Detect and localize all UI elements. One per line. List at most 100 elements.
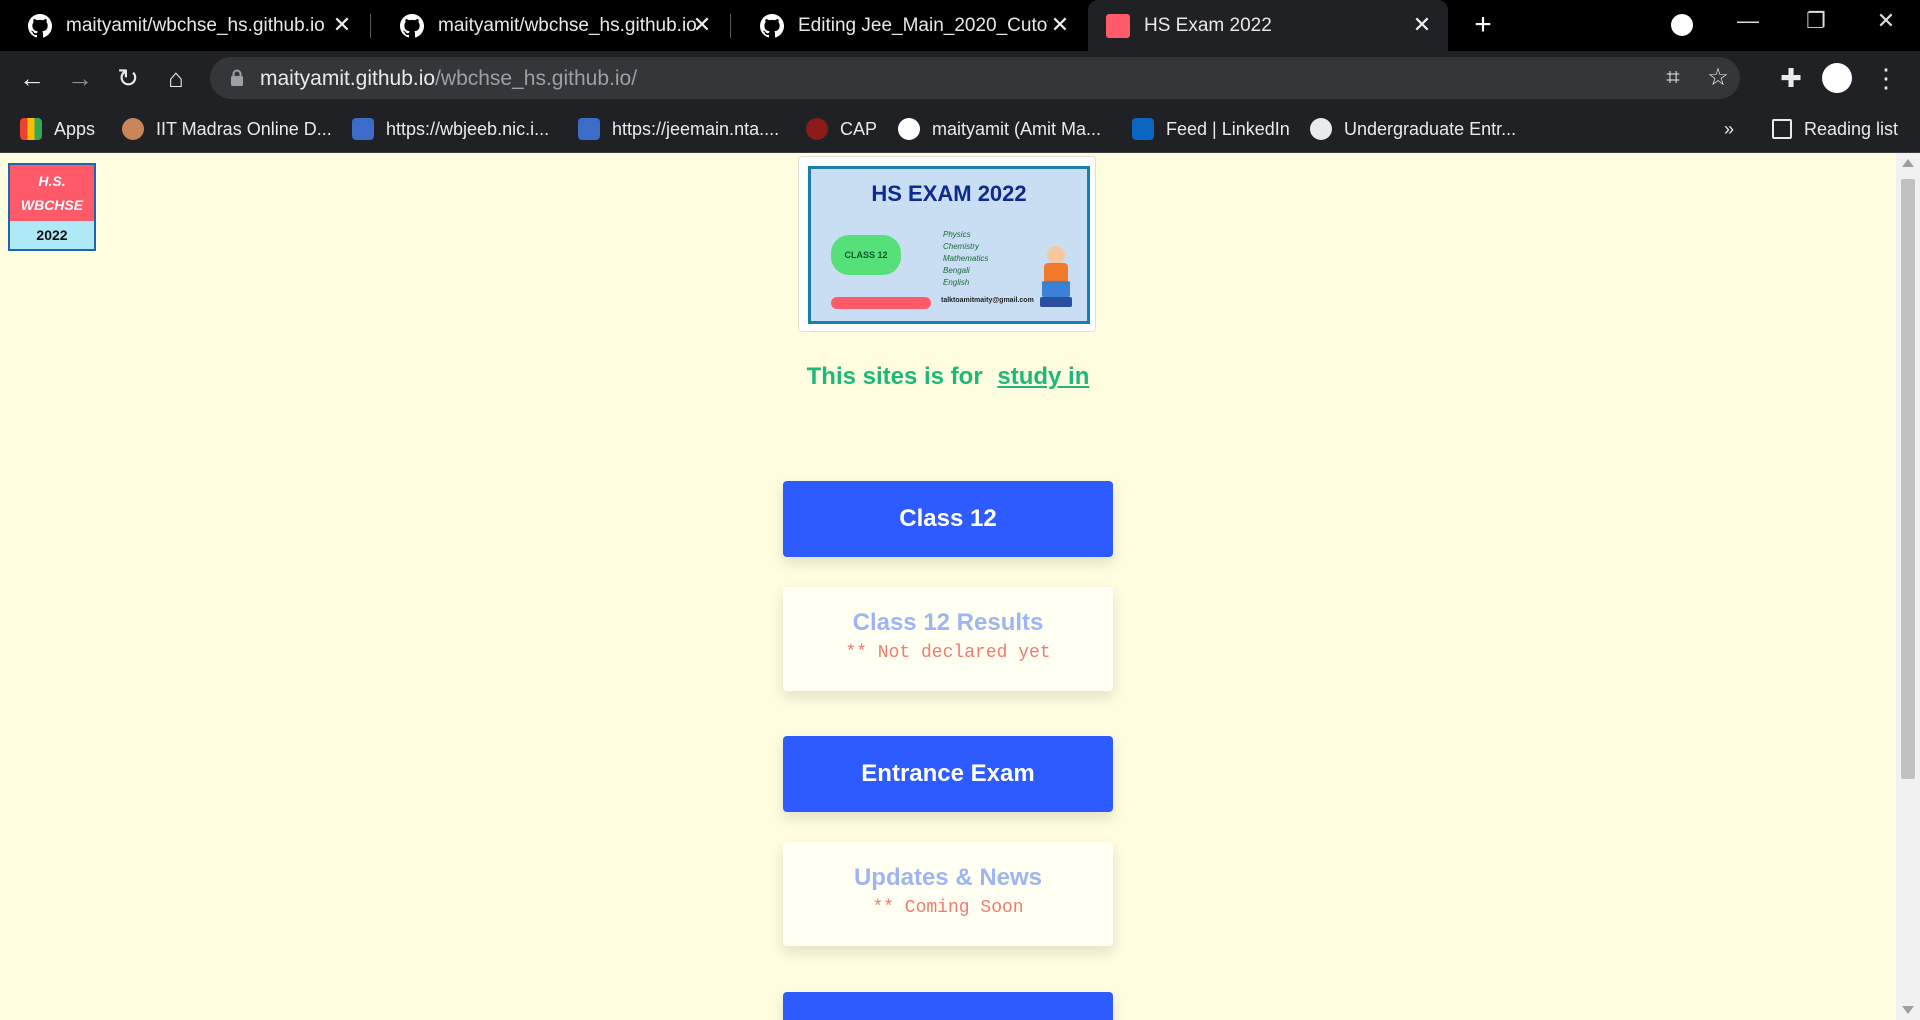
new-tab-button[interactable]: + (1468, 10, 1498, 40)
chevron-down-icon (1671, 14, 1693, 36)
bookmark-undergraduate[interactable]: Undergraduate Entr... (1310, 115, 1516, 143)
home-button[interactable]: ⌂ (160, 62, 192, 94)
tab-1[interactable]: maityamit/wbchse_hs.github.io ✕ (0, 0, 368, 51)
linkedin-icon (1132, 118, 1154, 140)
student-illustration-icon (1040, 246, 1072, 307)
hero-email: talktoamitmaity@gmail.com (941, 297, 1034, 304)
button-note: ** Coming Soon (872, 898, 1024, 918)
tagline: This sites is for study in (0, 363, 1896, 391)
class-12-button[interactable]: Class 12 (783, 481, 1113, 557)
tab-strip: maityamit/wbchse_hs.github.io ✕ maityami… (0, 0, 1920, 51)
scroll-down-icon[interactable] (1902, 1006, 1914, 1014)
close-window-button[interactable]: ✕ (1866, 8, 1906, 34)
updates-news-button[interactable]: Updates & News ** Coming Soon (783, 842, 1113, 946)
minimize-button[interactable]: — (1728, 8, 1768, 34)
logo-line-2: WBCHSE (20, 197, 84, 213)
bookmark-apps[interactable]: Apps (20, 115, 95, 143)
tab-title: HS Exam 2022 (1144, 14, 1272, 36)
entrance-exam-button[interactable]: Entrance Exam (783, 736, 1113, 812)
bookmark-jeemain[interactable]: https://jeemain.nta.... (578, 115, 779, 143)
bookmark-iit-madras[interactable]: IIT Madras Online D... (122, 115, 332, 143)
button-label: Class 12 (899, 505, 997, 532)
tab-title: maityamit/wbchse_hs.github.io (66, 14, 325, 36)
tagline-text: This sites is for (806, 363, 983, 390)
bookmarks-overflow-button[interactable]: » (1724, 115, 1734, 143)
tab-2[interactable]: maityamit/wbchse_hs.github.io ✕ (372, 0, 728, 51)
site-logo[interactable]: H.S. WBCHSE 2022 (8, 163, 96, 251)
github-icon (760, 13, 784, 37)
iit-madras-icon (122, 118, 144, 140)
bookmark-label: Feed | LinkedIn (1166, 118, 1290, 139)
apps-grid-icon (20, 118, 42, 140)
scroll-thumb[interactable] (1901, 179, 1915, 779)
restore-button[interactable]: ❐ (1796, 8, 1836, 34)
nic-icon (352, 118, 374, 140)
browser-toolbar: ← → ↻ ⌂ maityamit.github.io/wbchse_hs.gi… (0, 51, 1920, 105)
nic-icon (578, 118, 600, 140)
reading-list-icon (1772, 119, 1792, 139)
lock-icon (231, 69, 243, 86)
bookmark-wbjeeb[interactable]: https://wbjeeb.nic.i... (352, 115, 549, 143)
tab-search-button[interactable] (1662, 8, 1702, 36)
translate-icon[interactable]: ⌗ (1660, 65, 1686, 91)
more-button-partial[interactable] (783, 992, 1113, 1020)
tagline-link[interactable]: study in (997, 363, 1089, 390)
bookmarks-bar: Apps IIT Madras Online D... https://wbje… (0, 105, 1920, 153)
reading-list-button[interactable]: Reading list (1772, 115, 1898, 143)
hero-subjects: Physics Chemistry Mathematics Bengali En… (943, 229, 988, 289)
bookmark-cap[interactable]: CAP (806, 115, 877, 143)
extensions-icon[interactable]: ✚ (1775, 62, 1807, 94)
reading-list-label: Reading list (1804, 118, 1899, 139)
class-12-results-button[interactable]: Class 12 Results ** Not declared yet (783, 587, 1113, 691)
subject-item: Bengali (943, 266, 970, 275)
site-favicon-icon (1106, 13, 1130, 38)
subject-item: Physics (943, 230, 971, 239)
scroll-up-icon[interactable] (1902, 159, 1914, 167)
overflow-chevron-icon: » (1724, 118, 1735, 139)
hero-banner: HS EXAM 2022 CLASS 12 Physics Chemistry … (798, 156, 1096, 332)
bookmark-github[interactable]: maityamit (Amit Ma... (898, 115, 1101, 143)
close-icon[interactable]: ✕ (1048, 13, 1072, 37)
forward-button[interactable]: → (64, 62, 96, 94)
subject-item: Mathematics (943, 254, 989, 263)
cap-icon (806, 118, 828, 140)
address-bar[interactable]: maityamit.github.io/wbchse_hs.github.io/… (210, 57, 1740, 99)
hero-title: HS EXAM 2022 (871, 181, 1027, 206)
hero-image: HS EXAM 2022 CLASS 12 Physics Chemistry … (808, 166, 1090, 324)
bookmark-label: Apps (54, 118, 96, 139)
scrollbar[interactable] (1896, 153, 1920, 1020)
tab-4-active[interactable]: HS Exam 2022 ✕ (1088, 0, 1448, 51)
tab-separator (730, 14, 731, 38)
close-icon[interactable]: ✕ (690, 13, 714, 37)
page-content: H.S. WBCHSE 2022 HS EXAM 2022 CLASS 12 P… (0, 153, 1896, 1020)
bookmark-label: Undergraduate Entr... (1344, 118, 1517, 139)
reload-button[interactable]: ↻ (112, 62, 144, 94)
hero-class-label: CLASS 12 (831, 235, 901, 275)
close-icon[interactable]: ✕ (330, 13, 354, 37)
github-icon (28, 13, 52, 37)
back-button[interactable]: ← (16, 62, 48, 94)
button-label: Entrance Exam (861, 760, 1035, 787)
bookmark-label: CAP (840, 118, 878, 139)
bookmark-linkedin[interactable]: Feed | LinkedIn (1132, 115, 1290, 143)
close-icon[interactable]: ✕ (1410, 13, 1434, 37)
logo-line-1: H.S. (38, 173, 66, 189)
url-path: /wbchse_hs.github.io/ (435, 67, 638, 90)
menu-icon[interactable]: ⋮ (1870, 62, 1902, 94)
bookmark-label: https://jeemain.nta.... (612, 118, 780, 139)
button-label: Class 12 Results (852, 609, 1044, 636)
bookmark-label: IIT Madras Online D... (156, 118, 332, 139)
url-host: maityamit.github.io (260, 67, 436, 90)
github-icon (400, 13, 424, 37)
github-icon (898, 118, 920, 140)
globe-icon (1310, 118, 1332, 140)
url-text: maityamit.github.io/wbchse_hs.github.io/ (260, 67, 637, 91)
tab-title: maityamit/wbchse_hs.github.io (438, 14, 697, 36)
tab-separator (370, 14, 371, 38)
avatar[interactable] (1822, 63, 1852, 93)
bookmark-label: https://wbjeeb.nic.i... (386, 118, 550, 139)
subject-item: Chemistry (943, 242, 980, 251)
tab-3[interactable]: Editing Jee_Main_2020_Cutoff/RE ✕ (732, 0, 1086, 51)
tab-title: Editing Jee_Main_2020_Cutoff/RE (798, 14, 1048, 36)
star-icon[interactable]: ☆ (1705, 65, 1731, 91)
